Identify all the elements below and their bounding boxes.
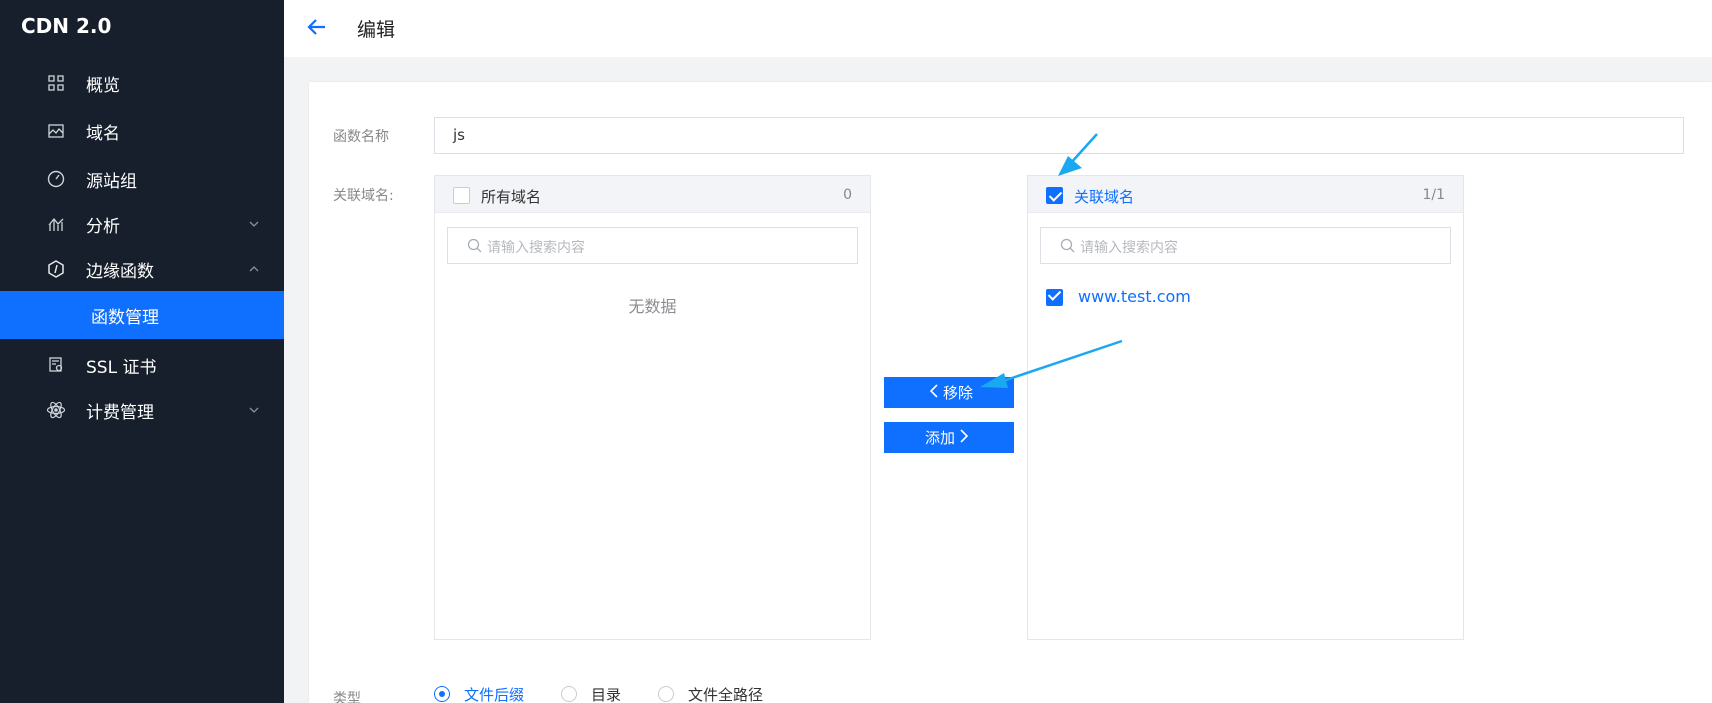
type-label: 类型: [333, 691, 361, 703]
page-title: 编辑: [357, 19, 396, 41]
function-name-label: 函数名称: [333, 129, 389, 145]
sidebar-item-edge-functions[interactable]: 边缘函数: [0, 247, 284, 291]
sidebar-item-label: 计费管理: [86, 402, 154, 423]
sidebar-item-domains[interactable]: 域名: [0, 109, 284, 153]
chevron-right-icon: [959, 428, 969, 447]
panel-title: 所有域名: [481, 188, 542, 206]
chevron-down-icon: [249, 407, 259, 413]
radio-directory[interactable]: [561, 686, 577, 702]
empty-state: 无数据: [628, 297, 677, 316]
item-checkbox[interactable]: [1046, 288, 1063, 306]
remove-button[interactable]: 移除: [884, 377, 1014, 408]
sidebar-subitem-function-management[interactable]: 函数管理: [0, 291, 284, 339]
panel-header: 所有域名 0: [435, 176, 870, 213]
panel-count: 1/1: [1422, 187, 1445, 203]
add-button-label: 添加: [924, 429, 955, 447]
radio-label: 目录: [591, 686, 622, 703]
search-input[interactable]: 请输入搜索内容: [1040, 227, 1451, 264]
panel-count: 0: [843, 187, 852, 203]
search-placeholder: 请输入搜索内容: [1080, 240, 1178, 256]
function-name-input[interactable]: js: [434, 117, 1684, 154]
chevron-up-icon: [249, 266, 259, 272]
arrow-left-icon[interactable]: [306, 16, 328, 38]
radio-label: 文件后缀: [464, 686, 525, 703]
sidebar-item-billing[interactable]: 计费管理: [0, 388, 284, 432]
sidebar-item-label: 概览: [86, 75, 120, 96]
search-input[interactable]: 请输入搜索内容: [447, 227, 858, 264]
panel-header: 关联域名 1/1: [1028, 176, 1463, 213]
chevron-down-icon: [249, 221, 259, 227]
radio-full-path[interactable]: [658, 686, 674, 702]
sidebar: CDN 2.0 概览 域名 源站组 分析 边缘函数 函数管理 SSL 证书 计费…: [0, 0, 284, 703]
select-all-checkbox[interactable]: [453, 187, 470, 204]
domain-name: www.test.com: [1078, 287, 1191, 306]
grid-icon: [46, 73, 66, 93]
sidebar-subitem-label: 函数管理: [91, 307, 159, 328]
sidebar-item-label: 边缘函数: [86, 261, 154, 282]
chart-icon: [46, 214, 66, 234]
list-item[interactable]: www.test.com: [1046, 287, 1191, 307]
all-domains-panel: 所有域名 0 请输入搜索内容 无数据: [434, 175, 871, 640]
sidebar-item-ssl-certificate[interactable]: SSL 证书: [0, 343, 284, 387]
search-icon: [1060, 238, 1075, 253]
image-icon: [46, 121, 66, 141]
gauge-icon: [46, 169, 66, 189]
edit-form-card: 函数名称 js 关联域名: 所有域名 0 请输入搜索内容 无数据 移除 添加 关…: [309, 82, 1712, 703]
sidebar-item-overview[interactable]: 概览: [0, 61, 284, 105]
sidebar-item-label: 分析: [86, 216, 120, 237]
remove-button-label: 移除: [942, 384, 973, 402]
panel-title: 关联域名: [1074, 188, 1135, 206]
add-button[interactable]: 添加: [884, 422, 1014, 453]
chevron-left-icon: [929, 383, 939, 402]
search-icon: [467, 238, 482, 253]
sidebar-item-origin-group[interactable]: 源站组: [0, 157, 284, 201]
select-all-checkbox[interactable]: [1046, 187, 1063, 204]
page-header: 编辑: [284, 0, 1712, 57]
certificate-icon: [46, 355, 66, 375]
atom-icon: [46, 400, 66, 420]
hexagon-icon: [46, 259, 66, 279]
sidebar-item-label: SSL 证书: [86, 357, 157, 378]
sidebar-item-analytics[interactable]: 分析: [0, 202, 284, 246]
brand-title: CDN 2.0: [21, 14, 112, 38]
sidebar-item-label: 源站组: [86, 171, 137, 192]
domain-label: 关联域名:: [333, 188, 394, 204]
sidebar-item-label: 域名: [86, 123, 120, 144]
radio-label: 文件全路径: [688, 686, 764, 703]
linked-domains-panel: 关联域名 1/1 请输入搜索内容 www.test.com: [1027, 175, 1464, 640]
search-placeholder: 请输入搜索内容: [487, 240, 585, 256]
radio-file-suffix[interactable]: [434, 686, 450, 702]
